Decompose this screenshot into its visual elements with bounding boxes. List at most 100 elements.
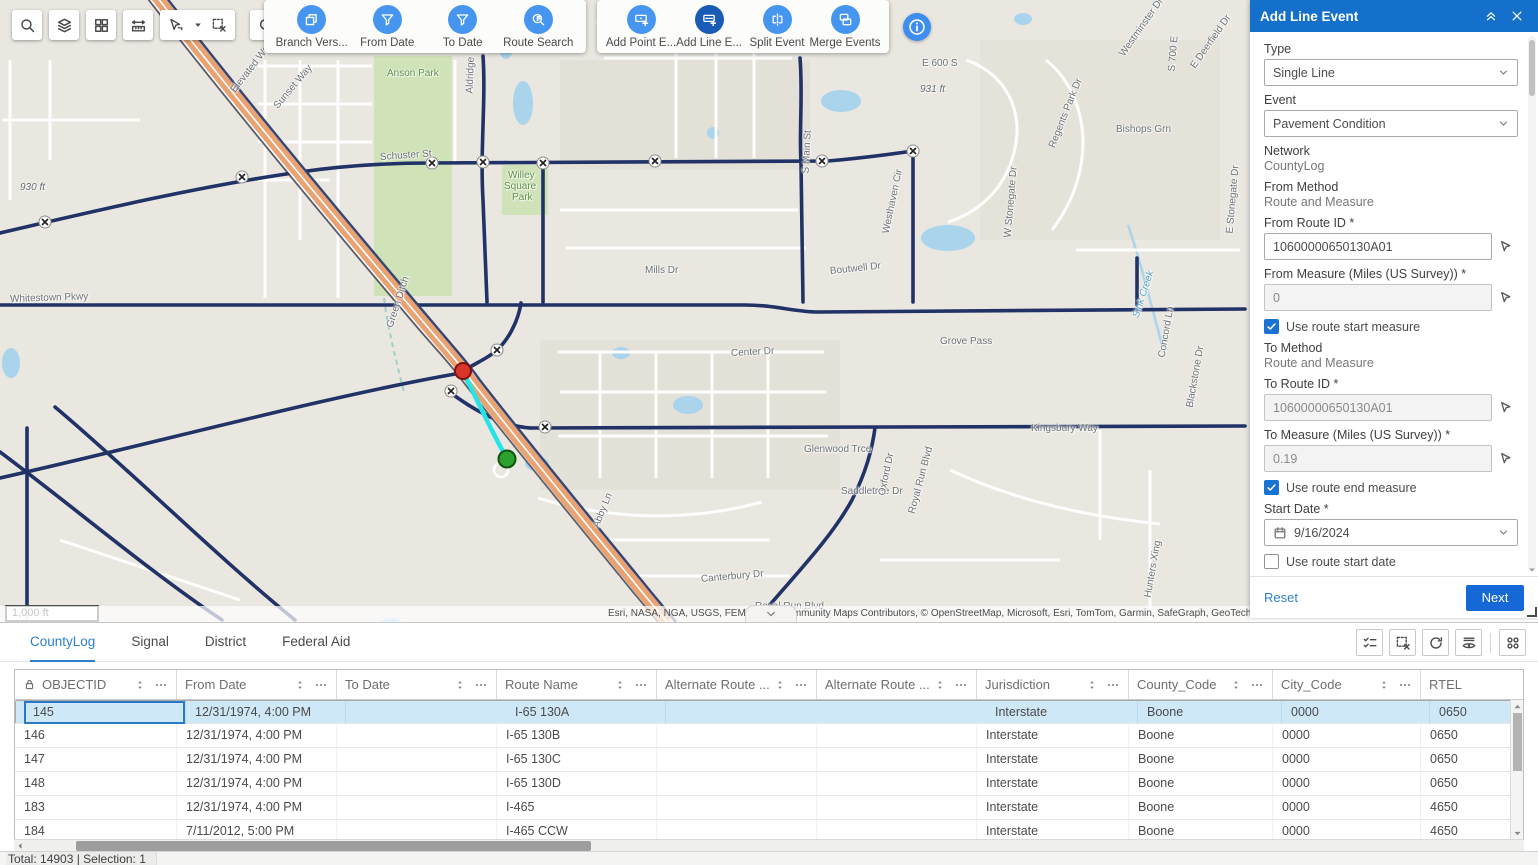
table-cell[interactable]: [337, 796, 497, 819]
table-cell[interactable]: 12/31/1974, 4:00 PM: [186, 701, 346, 724]
table-horizontal-scrollbar[interactable]: [14, 839, 1524, 851]
use-route-end-measure-checkbox[interactable]: Use route end measure: [1264, 480, 1518, 495]
table-cell[interactable]: 12/31/1974, 4:00 PM: [177, 748, 337, 771]
table-cell[interactable]: Interstate: [977, 772, 1129, 795]
sort-icon[interactable]: [1230, 679, 1242, 691]
column-menu-icon[interactable]: [314, 678, 328, 692]
scrollbar-thumb[interactable]: [1513, 713, 1522, 771]
table-cell[interactable]: [337, 748, 497, 771]
type-select[interactable]: Single Line: [1264, 59, 1518, 86]
column-header-route-name[interactable]: Route Name: [497, 670, 657, 699]
table-cell[interactable]: I-65 130C: [497, 748, 657, 771]
table-cell[interactable]: Boone: [1138, 701, 1282, 724]
table-vertical-scrollbar[interactable]: [1510, 700, 1523, 840]
branch-vers-tool[interactable]: Branch Vers...: [274, 5, 350, 49]
table-cell[interactable]: I-65 130D: [497, 772, 657, 795]
column-menu-icon[interactable]: [1250, 678, 1264, 692]
table-cell[interactable]: Interstate: [977, 796, 1129, 819]
table-cell[interactable]: 0000: [1273, 820, 1421, 841]
table-cell[interactable]: 0650: [1421, 748, 1524, 771]
sort-icon[interactable]: [294, 679, 306, 691]
from-route-id-input[interactable]: [1264, 233, 1492, 260]
panel-scrollbar[interactable]: [1528, 36, 1536, 572]
to-measure-input[interactable]: [1264, 445, 1492, 472]
sort-icon[interactable]: [614, 679, 626, 691]
tab-countylog[interactable]: CountyLog: [30, 623, 95, 662]
table-cell[interactable]: [657, 820, 817, 841]
clear-selection-button[interactable]: [205, 10, 233, 40]
from-measure-input[interactable]: [1264, 284, 1492, 311]
table-cell[interactable]: [817, 820, 977, 841]
column-menu-icon[interactable]: [954, 678, 968, 692]
table-row[interactable]: 18312/31/1974, 4:00 PMI-465InterstateBoo…: [15, 796, 1523, 820]
column-header-rtel[interactable]: RTEL: [1421, 670, 1524, 699]
table-cell[interactable]: 0000: [1273, 724, 1421, 747]
scroll-left-icon[interactable]: [16, 842, 24, 850]
scroll-down-icon[interactable]: [1528, 566, 1536, 574]
to-route-id-input[interactable]: [1264, 394, 1492, 421]
table-cell[interactable]: [337, 820, 497, 841]
tab-federal-aid[interactable]: Federal Aid: [282, 623, 350, 662]
collapse-panel-button[interactable]: [1480, 5, 1502, 27]
sort-icon[interactable]: [1086, 679, 1098, 691]
table-cell[interactable]: Interstate: [986, 701, 1138, 724]
pick-to-measure-button[interactable]: [1498, 449, 1518, 469]
table-cell[interactable]: 0650: [1421, 724, 1524, 747]
sort-icon[interactable]: [134, 679, 146, 691]
add-line-e-tool[interactable]: Add Line E...: [675, 5, 743, 49]
table-cell[interactable]: Interstate: [977, 820, 1129, 841]
table-cell[interactable]: 183: [15, 796, 177, 819]
show-selected-records-button[interactable]: [1356, 629, 1383, 656]
table-cell[interactable]: [817, 796, 977, 819]
table-collapse-button[interactable]: [745, 605, 797, 622]
table-cell[interactable]: 0000: [1273, 748, 1421, 771]
start-date-field[interactable]: 9/16/2024: [1264, 519, 1518, 546]
column-header-alternate-route[interactable]: Alternate Route ...: [657, 670, 817, 699]
column-header-city-code[interactable]: City_Code: [1273, 670, 1421, 699]
table-cell[interactable]: Boone: [1129, 796, 1273, 819]
table-cell[interactable]: 4650: [1421, 820, 1524, 841]
table-row[interactable]: 1847/11/2012, 5:00 PMI-465 CCWInterstate…: [15, 820, 1523, 841]
column-menu-icon[interactable]: [794, 678, 808, 692]
column-menu-icon[interactable]: [474, 678, 488, 692]
table-row[interactable]: 14612/31/1974, 4:00 PM I-65 130B Interstat…: [15, 724, 1523, 748]
scrollbar-thumb[interactable]: [76, 841, 591, 851]
info-button[interactable]: [903, 13, 931, 41]
column-header-county-code[interactable]: County_Code: [1129, 670, 1273, 699]
table-cell[interactable]: Boone: [1129, 748, 1273, 771]
table-cell[interactable]: I-65 130B: [497, 724, 657, 747]
sort-icon[interactable]: [934, 679, 946, 691]
table-cell[interactable]: Boone: [1129, 724, 1273, 747]
route-search-tool[interactable]: Route Search: [501, 5, 577, 49]
table-cell[interactable]: [657, 772, 817, 795]
table-cell[interactable]: 0650: [1421, 772, 1524, 795]
table-row[interactable]: 14512/31/1974, 4:00 PMI-65 130AInterstat…: [15, 700, 1523, 724]
column-header-objectid[interactable]: OBJECTID: [15, 670, 177, 699]
table-cell[interactable]: Boone: [1129, 772, 1273, 795]
pick-to-route-button[interactable]: [1498, 398, 1518, 418]
table-cell[interactable]: I-465 CCW: [497, 820, 657, 841]
column-header-jurisdiction[interactable]: Jurisdiction: [977, 670, 1129, 699]
table-cell[interactable]: 12/31/1974, 4:00 PM: [177, 724, 337, 747]
table-cell[interactable]: [657, 724, 817, 747]
table-cell[interactable]: 0000: [1273, 796, 1421, 819]
clear-table-selection-button[interactable]: [1389, 629, 1416, 656]
table-cell[interactable]: 184: [15, 820, 177, 841]
table-cell[interactable]: 12/31/1974, 4:00 PM: [177, 772, 337, 795]
table-options-button[interactable]: [1499, 629, 1526, 656]
merge-events-tool[interactable]: Merge Events: [811, 5, 879, 49]
column-header-to-date[interactable]: To Date: [337, 670, 497, 699]
table-row[interactable]: 14712/31/1974, 4:00 PMI-65 130CInterstat…: [15, 748, 1523, 772]
table-cell[interactable]: 146: [15, 724, 177, 747]
refresh-table-button[interactable]: [1422, 629, 1449, 656]
table-cell[interactable]: Interstate: [977, 724, 1129, 747]
from-date-tool[interactable]: From Date: [350, 5, 426, 49]
search-button[interactable]: [12, 10, 42, 40]
table-cell[interactable]: [337, 772, 497, 795]
table-cell[interactable]: Boone: [1129, 820, 1273, 841]
table-cell[interactable]: 4650: [1421, 796, 1524, 819]
scroll-up-icon[interactable]: [1513, 702, 1522, 711]
use-route-start-measure-checkbox[interactable]: Use route start measure: [1264, 319, 1518, 334]
next-button[interactable]: Next: [1466, 585, 1524, 611]
column-menu-icon[interactable]: [634, 678, 648, 692]
